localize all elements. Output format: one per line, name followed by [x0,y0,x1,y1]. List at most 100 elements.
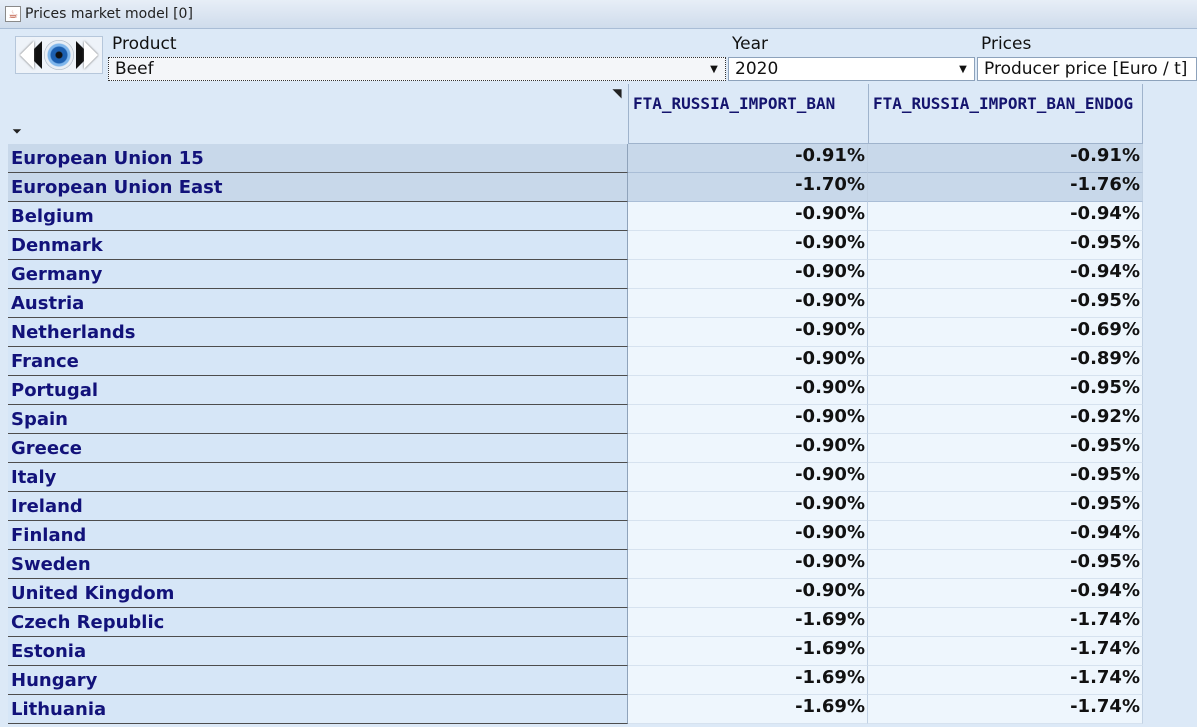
row-header-region[interactable]: Hungary [8,666,628,695]
table-row[interactable]: Sweden -0.90% -0.95% [8,550,1143,579]
year-label: Year [732,34,768,54]
row-header-region[interactable]: France [8,347,628,376]
table-cell[interactable]: -0.91% [868,144,1143,173]
window-title: Prices market model [0] [25,6,193,22]
table-cell[interactable]: -0.95% [868,289,1143,318]
table-row[interactable]: Lithuania -1.69% -1.74% [8,695,1143,724]
table-row[interactable]: Greece -0.90% -0.95% [8,434,1143,463]
table-cell[interactable]: -0.90% [628,289,868,318]
table-cell[interactable]: -1.74% [868,637,1143,666]
table-cell[interactable]: -0.95% [868,376,1143,405]
table-cell[interactable]: -1.69% [628,695,868,724]
prices-label: Prices [981,34,1032,54]
table-cell[interactable]: -0.94% [868,521,1143,550]
table-cell[interactable]: -0.94% [868,202,1143,231]
row-header-region[interactable]: Denmark [8,231,628,260]
table-cell[interactable]: -1.69% [628,637,868,666]
column-filter-icon[interactable]: ◥ [610,86,624,100]
prices-value: Producer price [Euro / t] [984,59,1188,79]
table-row[interactable]: Belgium -0.90% -0.94% [8,202,1143,231]
table-cell[interactable]: -1.69% [628,608,868,637]
table-cell[interactable]: -1.74% [868,695,1143,724]
table-row[interactable]: European Union East -1.70% -1.76% [8,173,1143,202]
row-header-region[interactable]: Lithuania [8,695,628,724]
table-cell[interactable]: -0.89% [868,347,1143,376]
table-row[interactable]: Finland -0.90% -0.94% [8,521,1143,550]
table-cell[interactable]: -0.94% [868,260,1143,289]
table-cell[interactable]: -0.95% [868,492,1143,521]
table-cell[interactable]: -0.90% [628,463,868,492]
table-cell[interactable]: -0.90% [628,318,868,347]
row-header-region[interactable]: Italy [8,463,628,492]
row-header-region[interactable]: Ireland [8,492,628,521]
table-cell[interactable]: -0.90% [628,376,868,405]
table-cell[interactable]: -0.95% [868,231,1143,260]
table-row[interactable]: Hungary -1.69% -1.74% [8,666,1143,695]
table-cell[interactable]: -0.90% [628,260,868,289]
table-cell[interactable]: -0.90% [628,347,868,376]
row-header-region[interactable]: Czech Republic [8,608,628,637]
table-row[interactable]: Germany -0.90% -0.94% [8,260,1143,289]
table-row[interactable]: Spain -0.90% -0.92% [8,405,1143,434]
table-cell[interactable]: -1.70% [628,173,868,202]
table-row[interactable]: Denmark -0.90% -0.95% [8,231,1143,260]
table-cell[interactable]: -0.90% [628,579,868,608]
java-app-icon: ☕ [5,6,21,22]
table-cell[interactable]: -1.69% [628,666,868,695]
table-row[interactable]: Czech Republic -1.69% -1.74% [8,608,1143,637]
table-row[interactable]: Netherlands -0.90% -0.69% [8,318,1143,347]
year-value: 2020 [735,59,779,79]
row-header-region[interactable]: Spain [8,405,628,434]
column-header[interactable]: FTA_RUSSIA_IMPORT_BAN [628,84,868,144]
table-cell[interactable]: -0.90% [628,405,868,434]
row-header-region[interactable]: Netherlands [8,318,628,347]
navigation-control[interactable] [15,36,103,74]
table-row[interactable]: France -0.90% -0.89% [8,347,1143,376]
table-cell[interactable]: -0.95% [868,463,1143,492]
table-row[interactable]: Portugal -0.90% -0.95% [8,376,1143,405]
table-row[interactable]: United Kingdom -0.90% -0.94% [8,579,1143,608]
row-header-region[interactable]: Greece [8,434,628,463]
column-header[interactable]: FTA_RUSSIA_IMPORT_BAN_ENDOG [868,84,1143,144]
table-cell[interactable]: -0.95% [868,550,1143,579]
table-cell[interactable]: -1.76% [868,173,1143,202]
table-cell[interactable]: -1.74% [868,608,1143,637]
table-cell[interactable]: -0.90% [628,521,868,550]
app-window: ☕ Prices market model [0] Product Beef ▼… [0,0,1197,727]
table-row[interactable]: Italy -0.90% -0.95% [8,463,1143,492]
table-cell[interactable]: -0.92% [868,405,1143,434]
prices-dropdown[interactable]: Producer price [Euro / t] [977,57,1197,81]
year-dropdown[interactable]: 2020 ▼ [728,57,975,81]
row-header-region[interactable]: Belgium [8,202,628,231]
product-label: Product [112,34,177,54]
table-row[interactable]: Estonia -1.69% -1.74% [8,637,1143,666]
table-row[interactable]: European Union 15 -0.91% -0.91% [8,144,1143,173]
table-cell[interactable]: -0.90% [628,231,868,260]
table-row[interactable]: Austria -0.90% -0.95% [8,289,1143,318]
row-header-region[interactable]: Germany [8,260,628,289]
table-cell[interactable]: -0.94% [868,579,1143,608]
row-header-region[interactable]: European Union East [8,173,628,202]
next-ghost-icon [84,41,98,69]
table-cell[interactable]: -0.90% [628,550,868,579]
table-cell[interactable]: -0.91% [628,144,868,173]
row-header-region[interactable]: European Union 15 [8,144,628,173]
table-cell[interactable]: -0.69% [868,318,1143,347]
row-header-region[interactable]: Finland [8,521,628,550]
table-cell[interactable]: -0.90% [628,202,868,231]
table-row[interactable]: Ireland -0.90% -0.95% [8,492,1143,521]
chevron-down-icon[interactable]: ▼ [952,58,974,80]
product-dropdown[interactable]: Beef ▼ [108,57,726,81]
table-cell[interactable]: -0.90% [628,434,868,463]
table-cell[interactable]: -0.95% [868,434,1143,463]
table-cell[interactable]: -1.74% [868,666,1143,695]
row-header-region[interactable]: Portugal [8,376,628,405]
table-cell[interactable]: -0.90% [628,492,868,521]
row-filter-icon[interactable]: ⏷ [10,124,24,138]
row-header-region[interactable]: Sweden [8,550,628,579]
row-header-region[interactable]: United Kingdom [8,579,628,608]
eye-icon[interactable] [44,40,74,70]
chevron-down-icon[interactable]: ▼ [703,58,725,80]
row-header-region[interactable]: Austria [8,289,628,318]
row-header-region[interactable]: Estonia [8,637,628,666]
